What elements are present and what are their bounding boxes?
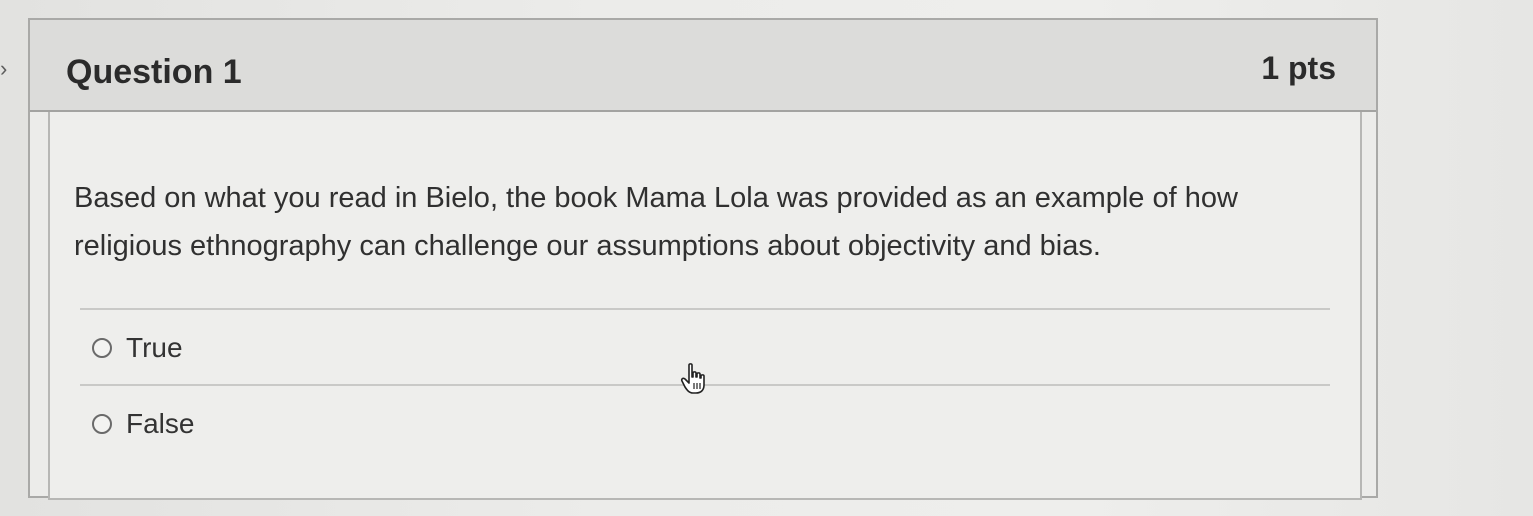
question-text: Based on what you read in Bielo, the boo… xyxy=(74,182,1238,262)
hand-pointer-icon xyxy=(680,363,705,394)
answer-label-true: True xyxy=(126,332,183,363)
question-card: Question 1 1 pts Based on what you read … xyxy=(28,18,1378,500)
question-points: 1 pts xyxy=(1261,50,1336,86)
radio-button-false[interactable] xyxy=(92,414,112,434)
answer-divider xyxy=(80,308,1330,310)
radio-button-true[interactable] xyxy=(92,338,112,358)
question-header: Question 1 1 pts xyxy=(30,20,1376,112)
question-body: Based on what you read in Bielo, the boo… xyxy=(48,112,1362,500)
question-title: Question 1 xyxy=(66,53,242,91)
answer-option-true[interactable]: True xyxy=(92,328,183,368)
quiz-page: › Question 1 1 pts Based on what you rea… xyxy=(0,0,1533,516)
chevron-right-icon[interactable]: › xyxy=(0,58,12,80)
answer-label-false: False xyxy=(126,408,195,439)
answer-option-false[interactable]: False xyxy=(92,404,194,444)
